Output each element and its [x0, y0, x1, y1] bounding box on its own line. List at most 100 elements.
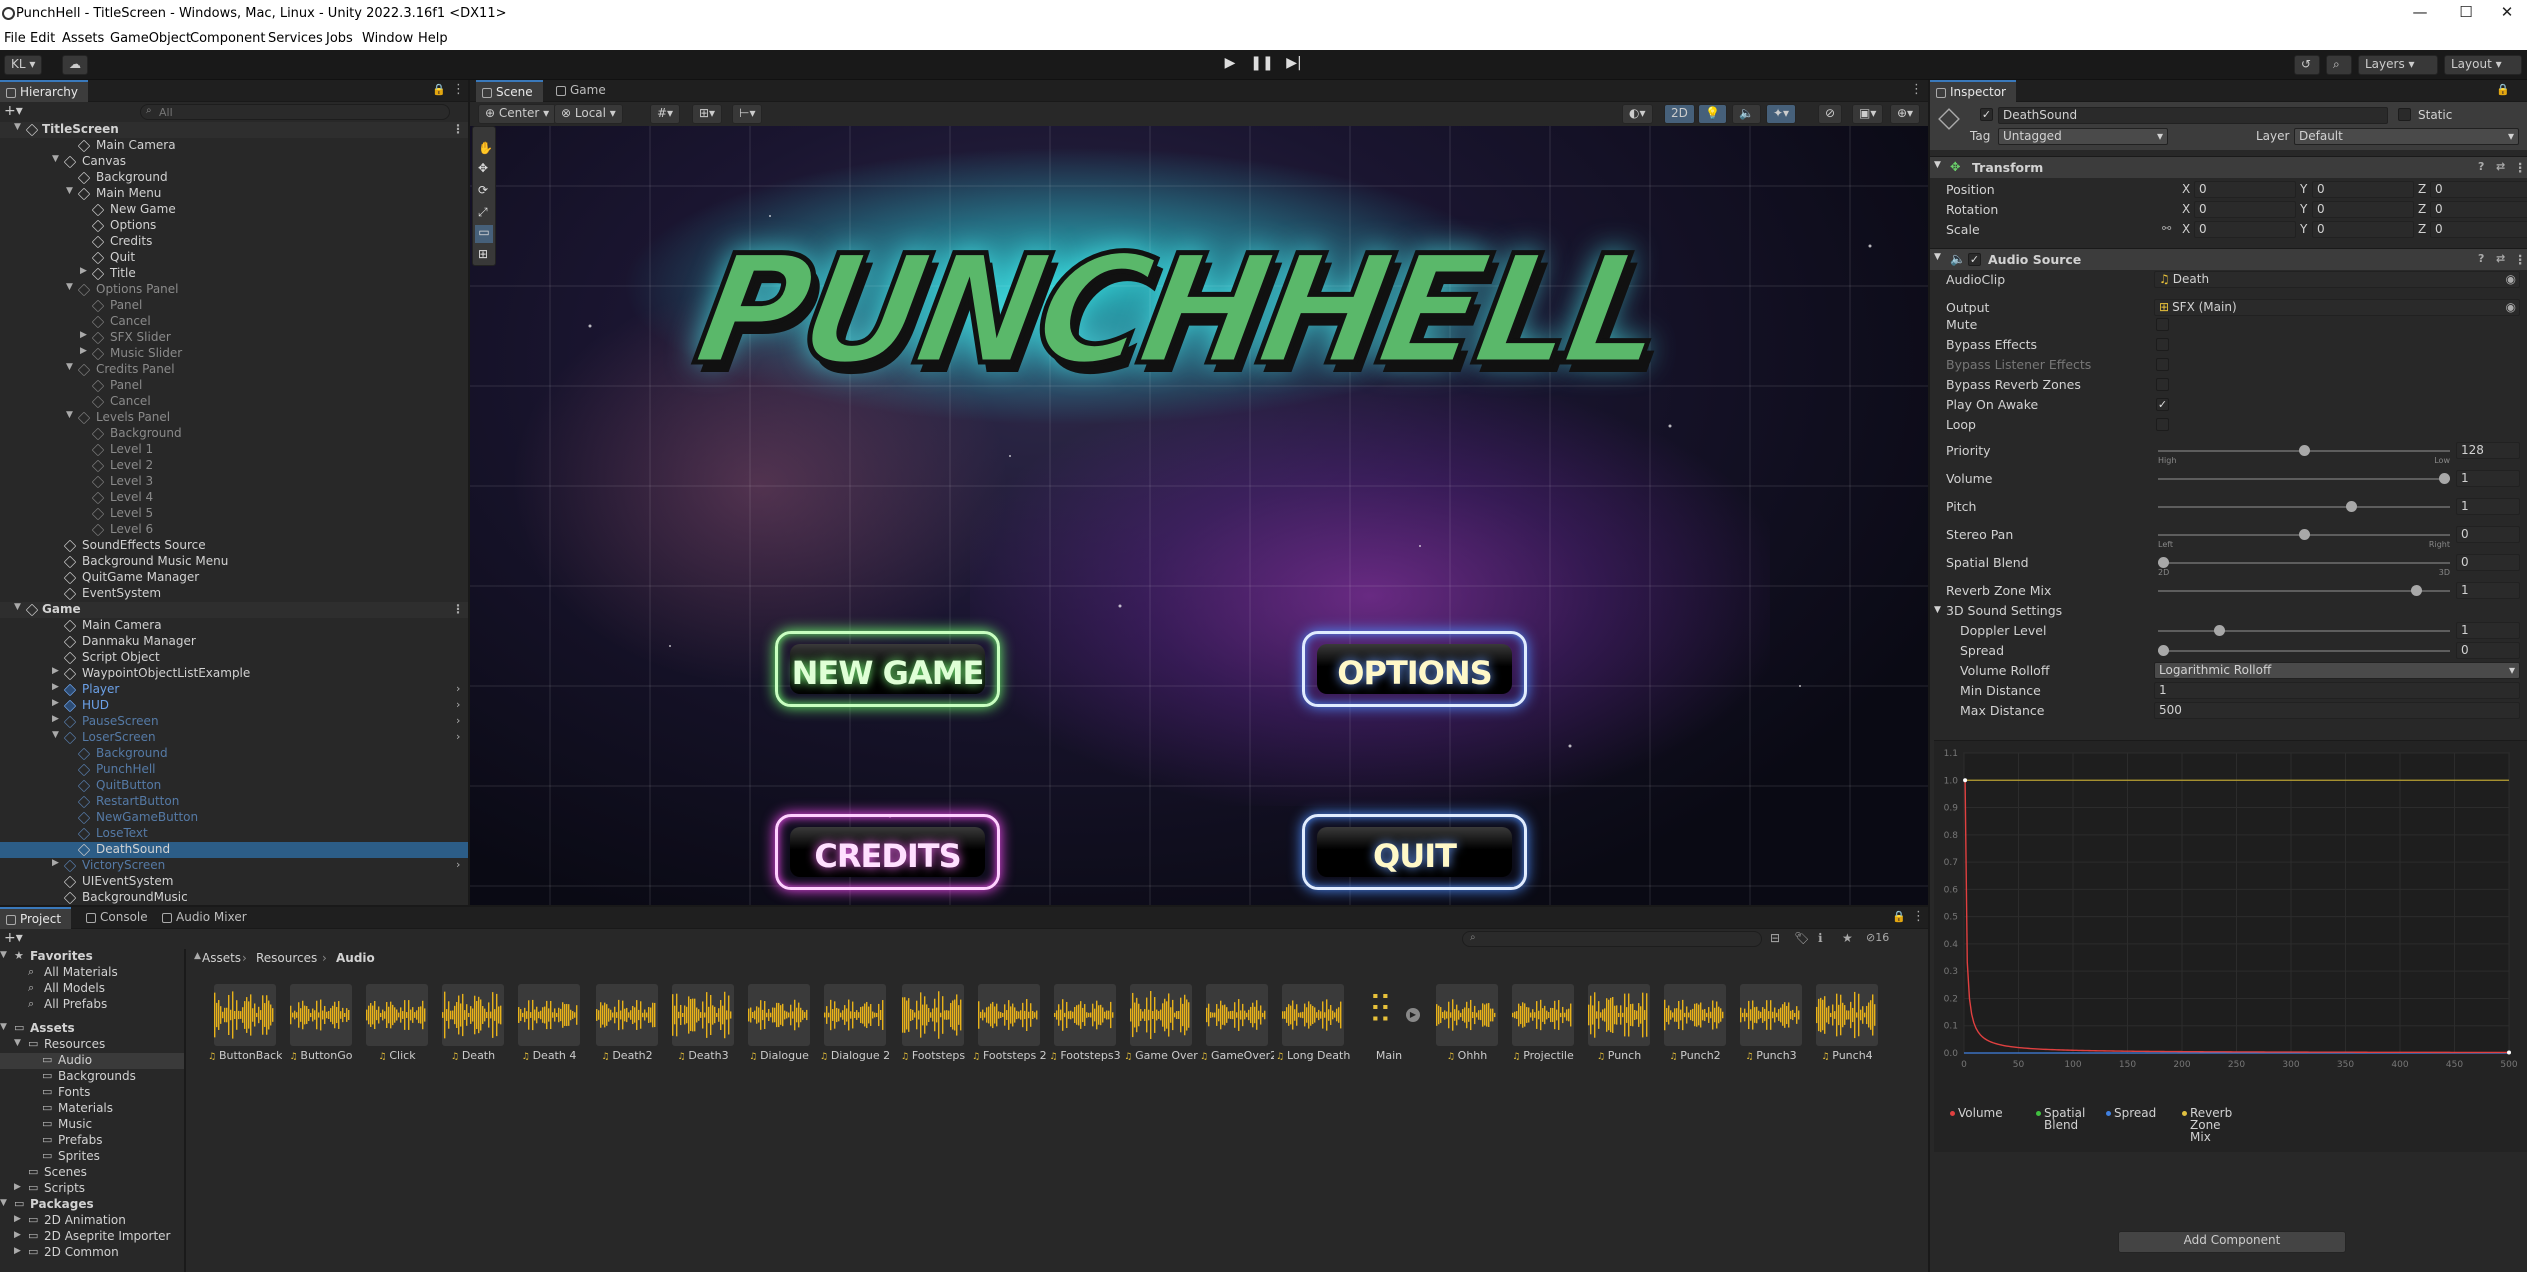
hierarchy-item[interactable]: DeathSound — [0, 842, 468, 858]
kebab-menu-icon[interactable]: ⋮ — [452, 602, 464, 616]
hierarchy-item[interactable]: QuitButton — [0, 778, 468, 794]
effects-icon[interactable]: ✦▾ — [1766, 104, 1797, 124]
output-field[interactable]: ⊞ SFX (Main) ◉ — [2154, 299, 2520, 316]
chevron-right-icon[interactable]: ▶ — [80, 266, 87, 276]
tab-game[interactable]: Game — [550, 80, 616, 102]
asset-item[interactable]: ♫ Punch3 — [1734, 984, 1808, 1064]
hierarchy-item[interactable]: ▶ Title — [0, 266, 468, 282]
mute-checkbox[interactable] — [2156, 318, 2169, 331]
legend-item[interactable]: Volume — [1950, 1107, 2048, 1119]
pitch-value-field[interactable]: 1 — [2456, 498, 2520, 515]
chevron-right-icon[interactable]: ▶ — [80, 330, 87, 340]
pitch-slider-knob[interactable] — [2346, 501, 2358, 512]
asset-item[interactable]: ♫ Footsteps — [896, 984, 970, 1064]
lighting-icon[interactable]: 💡 — [1698, 104, 1727, 124]
object-picker-icon[interactable]: ◉ — [2506, 300, 2516, 314]
hierarchy-item[interactable]: ▶ Player › — [0, 682, 468, 698]
tab-inspector[interactable]: Inspector — [1930, 80, 2016, 102]
hierarchy-item[interactable]: ▼ Credits Panel — [0, 362, 468, 378]
hierarchy-item[interactable]: Main Camera — [0, 138, 468, 154]
hierarchy-item[interactable]: New Game — [0, 202, 468, 218]
folder-item[interactable]: ▭ Fonts — [0, 1085, 184, 1101]
quit-button[interactable]: QUIT — [1302, 814, 1527, 890]
hierarchy-item[interactable]: ▶ Music Slider — [0, 346, 468, 362]
folder-item[interactable]: ▭ Music — [0, 1117, 184, 1133]
stereo-pan-slider[interactable] — [2158, 529, 2450, 540]
rect-tool-icon[interactable]: ▭ — [475, 225, 493, 243]
breadcrumb-resources[interactable]: Resources — [256, 951, 317, 965]
transform-header[interactable]: ▼ ✥ Transform ? ⇄ ⋮ — [1930, 156, 2527, 178]
menu-component[interactable]: Component — [190, 31, 265, 46]
add-icon[interactable]: +▾ — [4, 103, 23, 119]
asset-item[interactable]: ♫ Punch — [1582, 984, 1656, 1064]
tab-audio-mixer[interactable]: Audio Mixer — [156, 907, 257, 929]
step-icon[interactable]: ▶| — [1281, 55, 1307, 77]
tab-console[interactable]: Console — [80, 907, 158, 929]
asset-item[interactable]: ♫ Projectile — [1506, 984, 1580, 1064]
hierarchy-item[interactable]: ▶ VictoryScreen › — [0, 858, 468, 874]
menu-assets[interactable]: Assets — [62, 31, 104, 46]
menu-window[interactable]: Window — [362, 31, 413, 46]
scale-y-field[interactable]: 0 — [2312, 221, 2414, 238]
tab-hierarchy[interactable]: Hierarchy — [0, 80, 89, 102]
hierarchy-item[interactable]: LoseText — [0, 826, 468, 842]
asset-item[interactable]: ♫ Game Over — [1124, 984, 1198, 1064]
scale-x-field[interactable]: 0 — [2194, 221, 2296, 238]
chevron-down-icon[interactable]: ▼ — [14, 1038, 21, 1048]
folder-item[interactable]: ▭ Scenes — [0, 1165, 184, 1181]
breadcrumb-audio[interactable]: Audio — [336, 951, 375, 965]
asset-item[interactable]: ♫ Footsteps 2 — [972, 984, 1046, 1064]
hierarchy-item[interactable]: ▶ SFX Slider — [0, 330, 468, 346]
hidden-count[interactable]: ⊘16 — [1866, 931, 1889, 944]
chevron-right-icon[interactable]: ▶ — [14, 1182, 21, 1192]
breadcrumb-assets[interactable]: Assets — [202, 951, 241, 965]
prefab-open-icon[interactable]: › — [456, 730, 460, 743]
chevron-down-icon[interactable]: ▼ — [0, 1198, 7, 1208]
scale-tool-icon[interactable]: ⤢ — [478, 205, 488, 220]
packages-root[interactable]: ▼ ▭ Packages — [0, 1197, 184, 1213]
chevron-right-icon[interactable]: ▶ — [52, 666, 59, 676]
close-icon[interactable]: ✕ — [2487, 3, 2527, 25]
chevron-down-icon[interactable]: ▼ — [1934, 605, 1941, 615]
reverb-zone-mix-slider-knob[interactable] — [2410, 585, 2422, 596]
lock-icon[interactable]: 🔒 — [1892, 910, 1906, 923]
priority-slider[interactable] — [2158, 445, 2450, 456]
hierarchy-item[interactable]: Level 1 — [0, 442, 468, 458]
asset-item[interactable]: ♫ ButtonBack — [208, 984, 282, 1064]
asset-item[interactable]: ♫ Death2 — [590, 984, 664, 1064]
asset-item[interactable]: ♫ Long Death — [1276, 984, 1350, 1064]
priority-value-field[interactable]: 128 — [2456, 442, 2520, 459]
spread-slider-knob[interactable] — [2158, 645, 2169, 656]
audio-source-header[interactable]: ▼ 🔈 ✓ Audio Source ? ⇄ ⋮ — [1930, 248, 2527, 270]
minimize-icon[interactable]: — — [2400, 3, 2440, 25]
package-item[interactable]: ▶ ▭ 2D Common — [0, 1245, 184, 1261]
hierarchy-item[interactable]: ▶ HUD › — [0, 698, 468, 714]
hierarchy-item[interactable]: Cancel — [0, 394, 468, 410]
object-name-field[interactable]: DeathSound — [1998, 107, 2388, 124]
help-icon[interactable]: ? — [2478, 252, 2484, 265]
tag-dropdown[interactable]: Untagged ▾ — [1998, 128, 2168, 145]
asset-item[interactable]: ♫ Dialogue 2 — [818, 984, 892, 1064]
layer-dropdown[interactable]: Default ▾ — [2294, 128, 2519, 145]
prefab-open-icon[interactable]: › — [456, 858, 460, 871]
favorite-item[interactable]: ⌕ All Materials — [0, 965, 184, 981]
align-icon[interactable]: ⊢▾ — [732, 104, 763, 124]
hierarchy-item[interactable]: Script Object — [0, 650, 468, 666]
filter-type-icon[interactable]: ⊟ — [1770, 931, 1780, 945]
hierarchy-item[interactable]: Background — [0, 426, 468, 442]
volume-slider[interactable] — [2158, 473, 2450, 484]
volume-value-field[interactable]: 1 — [2456, 470, 2520, 487]
folder-item[interactable]: ▭ Backgrounds — [0, 1069, 184, 1085]
cloud-icon[interactable]: ☁ — [62, 55, 88, 75]
hierarchy-item[interactable]: Main Camera — [0, 618, 468, 634]
scene-viewport[interactable]: ✋ ✥ ⟳ ⤢ ▭ ⊞ PUNCHHELL NEW GAME OPTIONS C… — [470, 126, 1928, 905]
preset-icon[interactable]: ⇄ — [2496, 160, 2505, 173]
hierarchy-item[interactable]: Cancel — [0, 314, 468, 330]
loop-checkbox[interactable] — [2156, 418, 2169, 431]
folder-item[interactable]: ▭ Prefabs — [0, 1133, 184, 1149]
constrain-proportions-icon[interactable]: ⚯ — [2162, 222, 2171, 235]
asset-item[interactable]: ♫ Click — [360, 984, 434, 1064]
hierarchy-item[interactable]: ▼ LoserScreen › — [0, 730, 468, 746]
hierarchy-item[interactable]: ▼ Levels Panel — [0, 410, 468, 426]
audio-icon[interactable]: 🔈 — [1732, 104, 1761, 124]
